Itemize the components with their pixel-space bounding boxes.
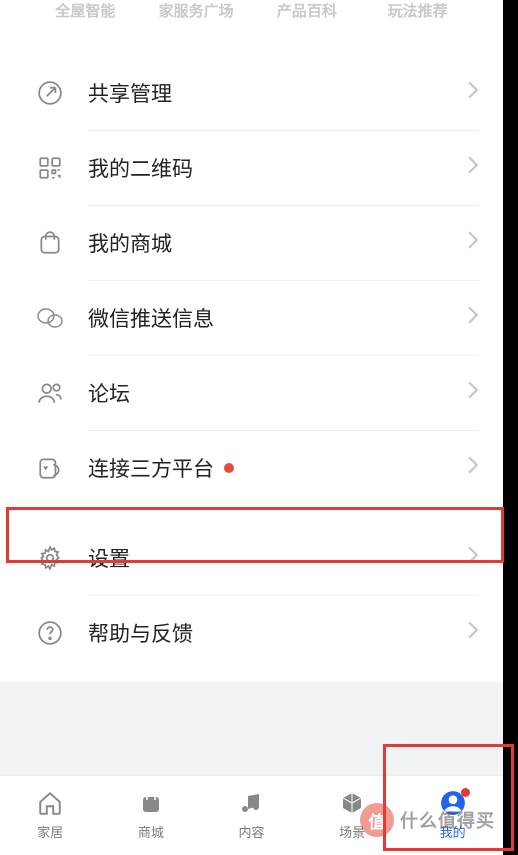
top-tab[interactable]: 玩法推荐 [362,0,473,21]
wechat-icon [36,304,64,332]
notification-dot [224,463,234,473]
nav-tab-profile[interactable]: 我的 [402,776,503,855]
menu-item-my-qrcode[interactable]: 我的二维码 [0,131,503,205]
top-tab[interactable]: 产品百科 [252,0,363,21]
nav-tab-content[interactable]: 内容 [201,776,302,855]
nav-tab-home[interactable]: 家居 [0,776,101,855]
music-icon [238,790,264,816]
menu-item-settings[interactable]: 设置 [0,521,503,595]
menu-item-label: 我的商城 [88,228,467,258]
chevron-right-icon [467,381,479,405]
cube-icon [339,790,365,816]
home-icon [37,790,63,816]
chevron-right-icon [467,621,479,645]
top-tab-bar: 全屋智能 家服务广场 产品百科 玩法推荐 [0,0,503,18]
menu-item-wechat-push[interactable]: 微信推送信息 [0,281,503,355]
bag-icon [36,229,64,257]
chevron-right-icon [467,306,479,330]
right-black-strip [503,0,518,855]
menu-item-label: 设置 [88,543,467,573]
people-icon [36,379,64,407]
share-arrow-icon [36,79,64,107]
top-tab[interactable]: 全屋智能 [30,0,141,21]
menu-item-connect-third-party[interactable]: 连接三方平台 [0,431,503,505]
menu-item-label: 连接三方平台 [88,453,467,483]
nav-tab-scene[interactable]: 场景 [302,776,403,855]
chevron-right-icon [467,456,479,480]
top-tab[interactable]: 家服务广场 [141,0,252,21]
menu-item-label: 微信推送信息 [88,303,467,333]
chevron-right-icon [467,231,479,255]
menu-item-help-feedback[interactable]: 帮助与反馈 [0,596,503,670]
nav-tab-label: 商城 [138,822,164,841]
menu-item-label: 共享管理 [88,78,467,108]
help-icon [36,619,64,647]
nav-tab-mall[interactable]: 商城 [101,776,202,855]
nav-tab-label: 我的 [440,822,466,841]
nav-tab-label: 内容 [238,822,264,841]
avatar-icon [440,790,466,816]
menu-item-label: 我的二维码 [88,153,467,183]
qrcode-icon [36,154,64,182]
chevron-right-icon [467,156,479,180]
chevron-right-icon [467,546,479,570]
menu-item-label: 帮助与反馈 [88,618,467,648]
notification-dot [461,788,470,797]
menu-item-share-management[interactable]: 共享管理 [0,56,503,130]
chevron-right-icon [467,81,479,105]
bottom-nav-bar: 家居 商城 内容 场景 我的 [0,775,503,855]
shield-heart-icon [36,454,64,482]
bag-icon [138,790,164,816]
menu-item-my-mall[interactable]: 我的商城 [0,206,503,280]
gear-icon [36,544,64,572]
nav-tab-label: 家居 [37,822,63,841]
menu-item-forum[interactable]: 论坛 [0,356,503,430]
settings-menu-list: 共享管理 我的二维码 我的商城 [0,56,503,682]
menu-item-label: 论坛 [88,378,467,408]
nav-tab-label: 场景 [339,822,365,841]
